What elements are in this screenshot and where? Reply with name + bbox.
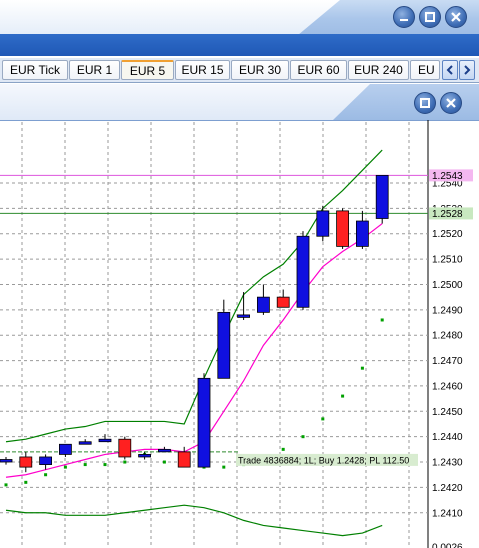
price-chart-area[interactable]: Trade 4836884; 1L; Buy 1.2428; PL 112.50…: [0, 120, 479, 548]
tab-label: EUR 60: [297, 63, 340, 77]
candle-bullish: [138, 454, 152, 458]
sar-point: [162, 460, 166, 464]
toolbar-band: [0, 34, 479, 56]
close-button[interactable]: [445, 6, 467, 28]
sar-point: [63, 465, 67, 469]
candle-bullish: [59, 443, 72, 455]
sar-point: [83, 463, 87, 467]
tab-eur-partial[interactable]: EU: [410, 60, 440, 80]
candle-bullish: [0, 459, 13, 463]
minimize-icon: [400, 19, 408, 21]
price-axis: 1.25401.25301.25201.25101.25001.24901.24…: [429, 169, 473, 548]
price-axis-label: 1.2470: [432, 356, 463, 367]
sar-point: [4, 483, 8, 487]
candle-bearish: [336, 210, 350, 247]
maximize-button[interactable]: [419, 6, 441, 28]
restore-icon: [420, 98, 430, 108]
main-window-titlebar: [0, 0, 479, 34]
candle-bullish: [98, 438, 112, 443]
close-icon: [451, 12, 461, 22]
close-icon: [446, 98, 456, 108]
chart-titlebar-highlight: [0, 84, 370, 120]
tab-label: EUR 15: [181, 63, 224, 77]
price-axis-label: 1.2460: [432, 381, 463, 392]
price-axis-label: 1.2420: [432, 483, 463, 494]
candle-bearish: [118, 438, 132, 458]
price-axis-label: 1.2480: [432, 331, 463, 342]
symbol-tab-strip: EUR Tick EUR 1 EUR 5 EUR 15 EUR 30 EUR 6…: [0, 58, 479, 83]
tab-label: EU: [418, 63, 435, 77]
tab-eur-tick[interactable]: EUR Tick: [2, 60, 68, 80]
sar-point: [301, 435, 305, 439]
candle-bullish: [157, 448, 171, 453]
candle-bearish: [177, 451, 191, 468]
minimize-button[interactable]: [393, 6, 415, 28]
trade-price-tag: 1.2528: [432, 209, 463, 220]
titlebar-highlight: [0, 0, 340, 34]
tab-eur-240[interactable]: EUR 240: [348, 60, 409, 80]
tab-label: EUR 1: [76, 63, 113, 77]
tabs-scroll-left-button[interactable]: [442, 60, 458, 80]
sar-point: [24, 480, 28, 484]
sar-point: [321, 417, 325, 421]
candle-bullish: [256, 296, 270, 313]
tab-label: EUR 5: [129, 63, 166, 78]
price-axis-label: 1.2490: [432, 305, 463, 316]
sar-point: [123, 460, 127, 464]
tabs-scroll-right-button[interactable]: [459, 60, 475, 80]
candle-bullish: [217, 311, 231, 379]
chart-restore-button[interactable]: [414, 92, 436, 114]
price-axis-label: 1.2450: [432, 407, 463, 418]
chevron-left-icon: [446, 65, 453, 75]
candlestick-chart[interactable]: Trade 4836884; 1L; Buy 1.2428; PL 112.50…: [0, 120, 479, 548]
chart-window-titlebar: [0, 84, 479, 120]
sar-point: [103, 463, 107, 467]
trade-label: Trade 4836884; 1L; Buy 1.2428; PL 112.50: [238, 455, 409, 465]
upper-band-line: [5, 149, 383, 443]
candle-bullish: [39, 456, 52, 465]
chart-grid: [0, 122, 428, 548]
sar-point: [341, 394, 345, 398]
tab-eur-15[interactable]: EUR 15: [175, 60, 230, 80]
candle-bullish: [78, 441, 92, 445]
price-axis-label: 1.2410: [432, 508, 463, 519]
price-axis-label: 1.2440: [432, 432, 463, 443]
tab-label: EUR Tick: [9, 63, 60, 77]
sar-point: [222, 465, 226, 469]
tab-label: EUR 240: [354, 63, 403, 77]
sar-point: [281, 447, 285, 451]
price-axis-label: 1.2430: [432, 458, 463, 469]
chart-close-button[interactable]: [440, 92, 462, 114]
price-axis-label: 1.2520: [432, 229, 463, 240]
tab-eur-60[interactable]: EUR 60: [290, 60, 347, 80]
chevron-right-icon: [464, 65, 471, 75]
candle-bearish: [19, 456, 33, 468]
price-axis-label: 1.2510: [432, 255, 463, 266]
chart-plot: Trade 4836884; 1L; Buy 1.2428; PL 112.50: [0, 149, 428, 537]
tab-eur-1[interactable]: EUR 1: [69, 60, 120, 80]
candle-bullish: [237, 314, 251, 318]
tab-label: EUR 30: [238, 63, 282, 77]
price-axis-label: 1.2500: [432, 280, 463, 291]
tab-eur-5[interactable]: EUR 5: [121, 60, 174, 80]
candle-bullish: [355, 220, 369, 247]
candle-bullish: [316, 210, 330, 237]
sar-point: [360, 366, 364, 370]
sar-point: [380, 318, 384, 322]
candle-bullish: [375, 174, 389, 219]
sar-point: [44, 473, 48, 477]
maximize-icon: [425, 12, 435, 22]
current-price-tag: 1.2543: [432, 171, 463, 182]
price-axis-label: 0.0026: [432, 543, 463, 548]
candle-bearish: [276, 296, 290, 308]
tab-eur-30[interactable]: EUR 30: [231, 60, 289, 80]
candle-bullish: [296, 235, 310, 308]
candle-bullish: [197, 377, 211, 468]
